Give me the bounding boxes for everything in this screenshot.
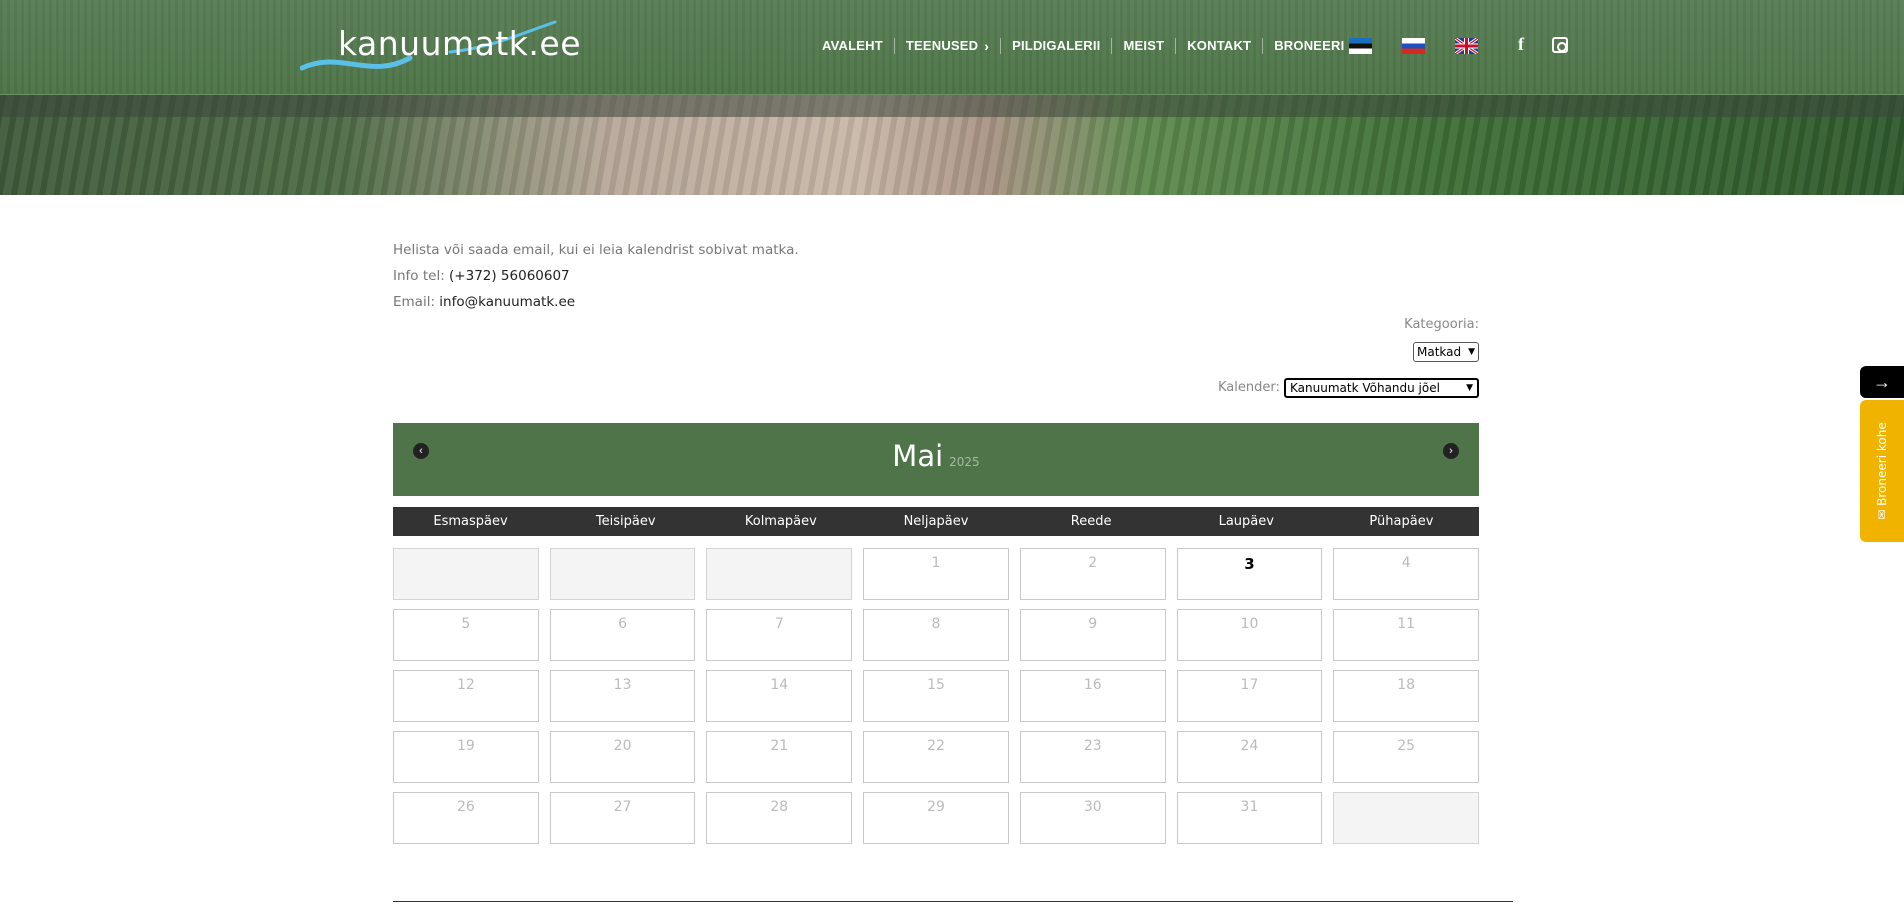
calendar-day-cell[interactable]: 31 bbox=[1176, 792, 1323, 844]
hero-overlay bbox=[0, 95, 1904, 117]
calendar-day-cell[interactable]: 13 bbox=[549, 670, 696, 722]
calendar-day-cell[interactable]: 1 bbox=[863, 548, 1009, 600]
calendar-day-cell[interactable]: 5 bbox=[393, 609, 539, 661]
weekday-mon: Esmaspäev bbox=[433, 514, 508, 529]
chevron-right-icon: › bbox=[984, 38, 990, 54]
weekday-thu: Neljapäev bbox=[903, 514, 969, 529]
calendar-empty-cell bbox=[1333, 792, 1480, 844]
calendar-grid: 1 2 3 4 5 6 7 8 9 10 11 12 13 14 15 16 17 18 19 20 21 22 23 24 2… bbox=[393, 548, 1480, 853]
calendar-label: Kalender: bbox=[1218, 380, 1280, 395]
category-select[interactable]: Matkad ▼ bbox=[1413, 342, 1479, 362]
calendar-select[interactable]: Kanuumatk Võhandu jõel ▼ bbox=[1284, 378, 1479, 398]
calendar-day-cell[interactable]: 7 bbox=[706, 609, 853, 661]
calendar-day-cell[interactable]: 29 bbox=[863, 792, 1009, 844]
nav-contact[interactable]: KONTAKT bbox=[1176, 38, 1264, 54]
weekday-sun: Pühapäev bbox=[1369, 514, 1434, 529]
book-now-label: ✉ Broneeri kohe bbox=[1875, 422, 1889, 520]
calendar-day-cell[interactable]: 22 bbox=[863, 731, 1009, 783]
calendar-day-cell[interactable]: 30 bbox=[1019, 792, 1166, 844]
calendar-week-row: 19 20 21 22 23 24 25 bbox=[393, 731, 1480, 783]
calendar-day-cell[interactable]: 18 bbox=[1333, 670, 1480, 722]
nav-home[interactable]: AVALEHT bbox=[822, 38, 895, 54]
calendar-week-row: 5 6 7 8 9 10 11 bbox=[393, 609, 1480, 661]
calendar-day-cell[interactable]: 23 bbox=[1019, 731, 1166, 783]
hero-banner bbox=[0, 95, 1904, 195]
calendar-day-cell[interactable]: 6 bbox=[549, 609, 696, 661]
calendar-day-cell[interactable]: 27 bbox=[549, 792, 696, 844]
phone-link[interactable]: (+372) 56060607 bbox=[449, 268, 570, 284]
category-label: Kategooria: bbox=[1404, 317, 1479, 332]
calendar-empty-cell bbox=[706, 548, 853, 600]
calendar-day-cell[interactable]: 4 bbox=[1333, 548, 1480, 600]
book-now-tab[interactable]: ✉ Broneeri kohe bbox=[1860, 400, 1904, 542]
info-message: Helista või saada email, kui ei leia kal… bbox=[393, 242, 799, 258]
email-link[interactable]: info@kanuumatk.ee bbox=[439, 294, 575, 310]
nav-gallery[interactable]: PILDIGALERII bbox=[1001, 38, 1113, 54]
facebook-icon[interactable]: f bbox=[1518, 34, 1524, 55]
calendar-day-cell[interactable]: 28 bbox=[706, 792, 853, 844]
calendar-select-value: Kanuumatk Võhandu jõel bbox=[1290, 381, 1440, 395]
calendar-day-cell[interactable]: 19 bbox=[393, 731, 539, 783]
calendar-day-cell[interactable]: 10 bbox=[1176, 609, 1323, 661]
chevron-right-icon: › bbox=[1449, 445, 1453, 457]
contact-info: Helista või saada email, kui ei leia kal… bbox=[393, 237, 799, 315]
calendar-day-cell[interactable]: 26 bbox=[393, 792, 539, 844]
month-year: 2025 bbox=[949, 455, 980, 469]
phone-label: Info tel: bbox=[393, 268, 450, 284]
nav-about-label: MEIST bbox=[1123, 38, 1165, 53]
calendar-week-row: 12 13 14 15 16 17 18 bbox=[393, 670, 1480, 722]
month-title: Mai 2025 bbox=[393, 439, 1479, 473]
calendar-week-row: 1234 bbox=[393, 548, 1480, 600]
nav-contact-label: KONTAKT bbox=[1187, 38, 1252, 53]
nav-home-label: AVALEHT bbox=[822, 38, 883, 53]
weekday-tue: Teisipäev bbox=[595, 514, 656, 529]
info-phone: Info tel: (+372) 56060607 bbox=[393, 263, 799, 289]
email-label: Email: bbox=[393, 294, 440, 310]
nav-booking[interactable]: BRONEERI bbox=[1263, 38, 1357, 54]
calendar-empty-cell bbox=[393, 548, 539, 600]
main-nav: AVALEHT TEENUSED › PILDIGALERII MEIST KON… bbox=[822, 36, 1357, 56]
nav-services[interactable]: TEENUSED › bbox=[895, 38, 1002, 54]
category-select-value: Matkad bbox=[1417, 345, 1462, 359]
calendar-day-cell[interactable]: 17 bbox=[1176, 670, 1323, 722]
divider bbox=[393, 901, 1513, 902]
calendar-day-cell[interactable]: 20 bbox=[549, 731, 696, 783]
weekday-sat: Laupäev bbox=[1218, 514, 1274, 529]
calendar-day-cell[interactable]: 11 bbox=[1333, 609, 1480, 661]
calendar-week-row: 26 27 28 29 30 31 bbox=[393, 792, 1480, 844]
side-arrow-button[interactable]: → bbox=[1860, 366, 1904, 398]
next-month-button[interactable]: › bbox=[1443, 443, 1459, 459]
weekday-fri: Reede bbox=[1070, 514, 1112, 529]
instagram-icon[interactable] bbox=[1552, 37, 1568, 53]
english-flag-icon[interactable] bbox=[1455, 38, 1478, 54]
calendar-header: ‹ Mai 2025 › bbox=[393, 423, 1479, 496]
calendar-day-cell[interactable]: 21 bbox=[706, 731, 853, 783]
weekday-wed: Kolmapäev bbox=[744, 514, 817, 529]
calendar-day-cell[interactable]: 14 bbox=[706, 670, 853, 722]
calendar-day-cell[interactable]: 12 bbox=[393, 670, 539, 722]
chevron-down-icon: ▼ bbox=[1466, 383, 1473, 393]
weekday-bar: Esmaspäev Teisipäev Kolmapäev Neljapäev … bbox=[393, 507, 1479, 536]
calendar-day-cell[interactable]: 9 bbox=[1019, 609, 1166, 661]
calendar-day-cell[interactable]: 8 bbox=[863, 609, 1009, 661]
calendar-day-cell[interactable]: 15 bbox=[863, 670, 1009, 722]
calendar-day-cell[interactable]: 25 bbox=[1333, 731, 1480, 783]
calendar-day-cell[interactable]: 3 bbox=[1176, 548, 1323, 600]
chevron-down-icon: ▼ bbox=[1468, 347, 1475, 357]
calendar-day-cell[interactable]: 24 bbox=[1176, 731, 1323, 783]
calendar-day-cell[interactable]: 16 bbox=[1019, 670, 1166, 722]
nav-booking-label: BRONEERI bbox=[1274, 38, 1345, 53]
month-name: Mai bbox=[892, 439, 944, 473]
nav-services-label: TEENUSED bbox=[905, 38, 979, 53]
calendar-day-cell[interactable]: 2 bbox=[1019, 548, 1166, 600]
logo-text: kanuumatk.ee bbox=[338, 24, 582, 63]
calendar-empty-cell bbox=[549, 548, 696, 600]
russian-flag-icon[interactable] bbox=[1402, 38, 1425, 54]
nav-about[interactable]: MEIST bbox=[1112, 38, 1177, 54]
estonian-flag-icon[interactable] bbox=[1349, 38, 1372, 54]
info-email: Email: info@kanuumatk.ee bbox=[393, 289, 799, 315]
nav-gallery-label: PILDIGALERII bbox=[1012, 38, 1101, 53]
site-logo[interactable]: kanuumatk.ee bbox=[300, 20, 581, 76]
